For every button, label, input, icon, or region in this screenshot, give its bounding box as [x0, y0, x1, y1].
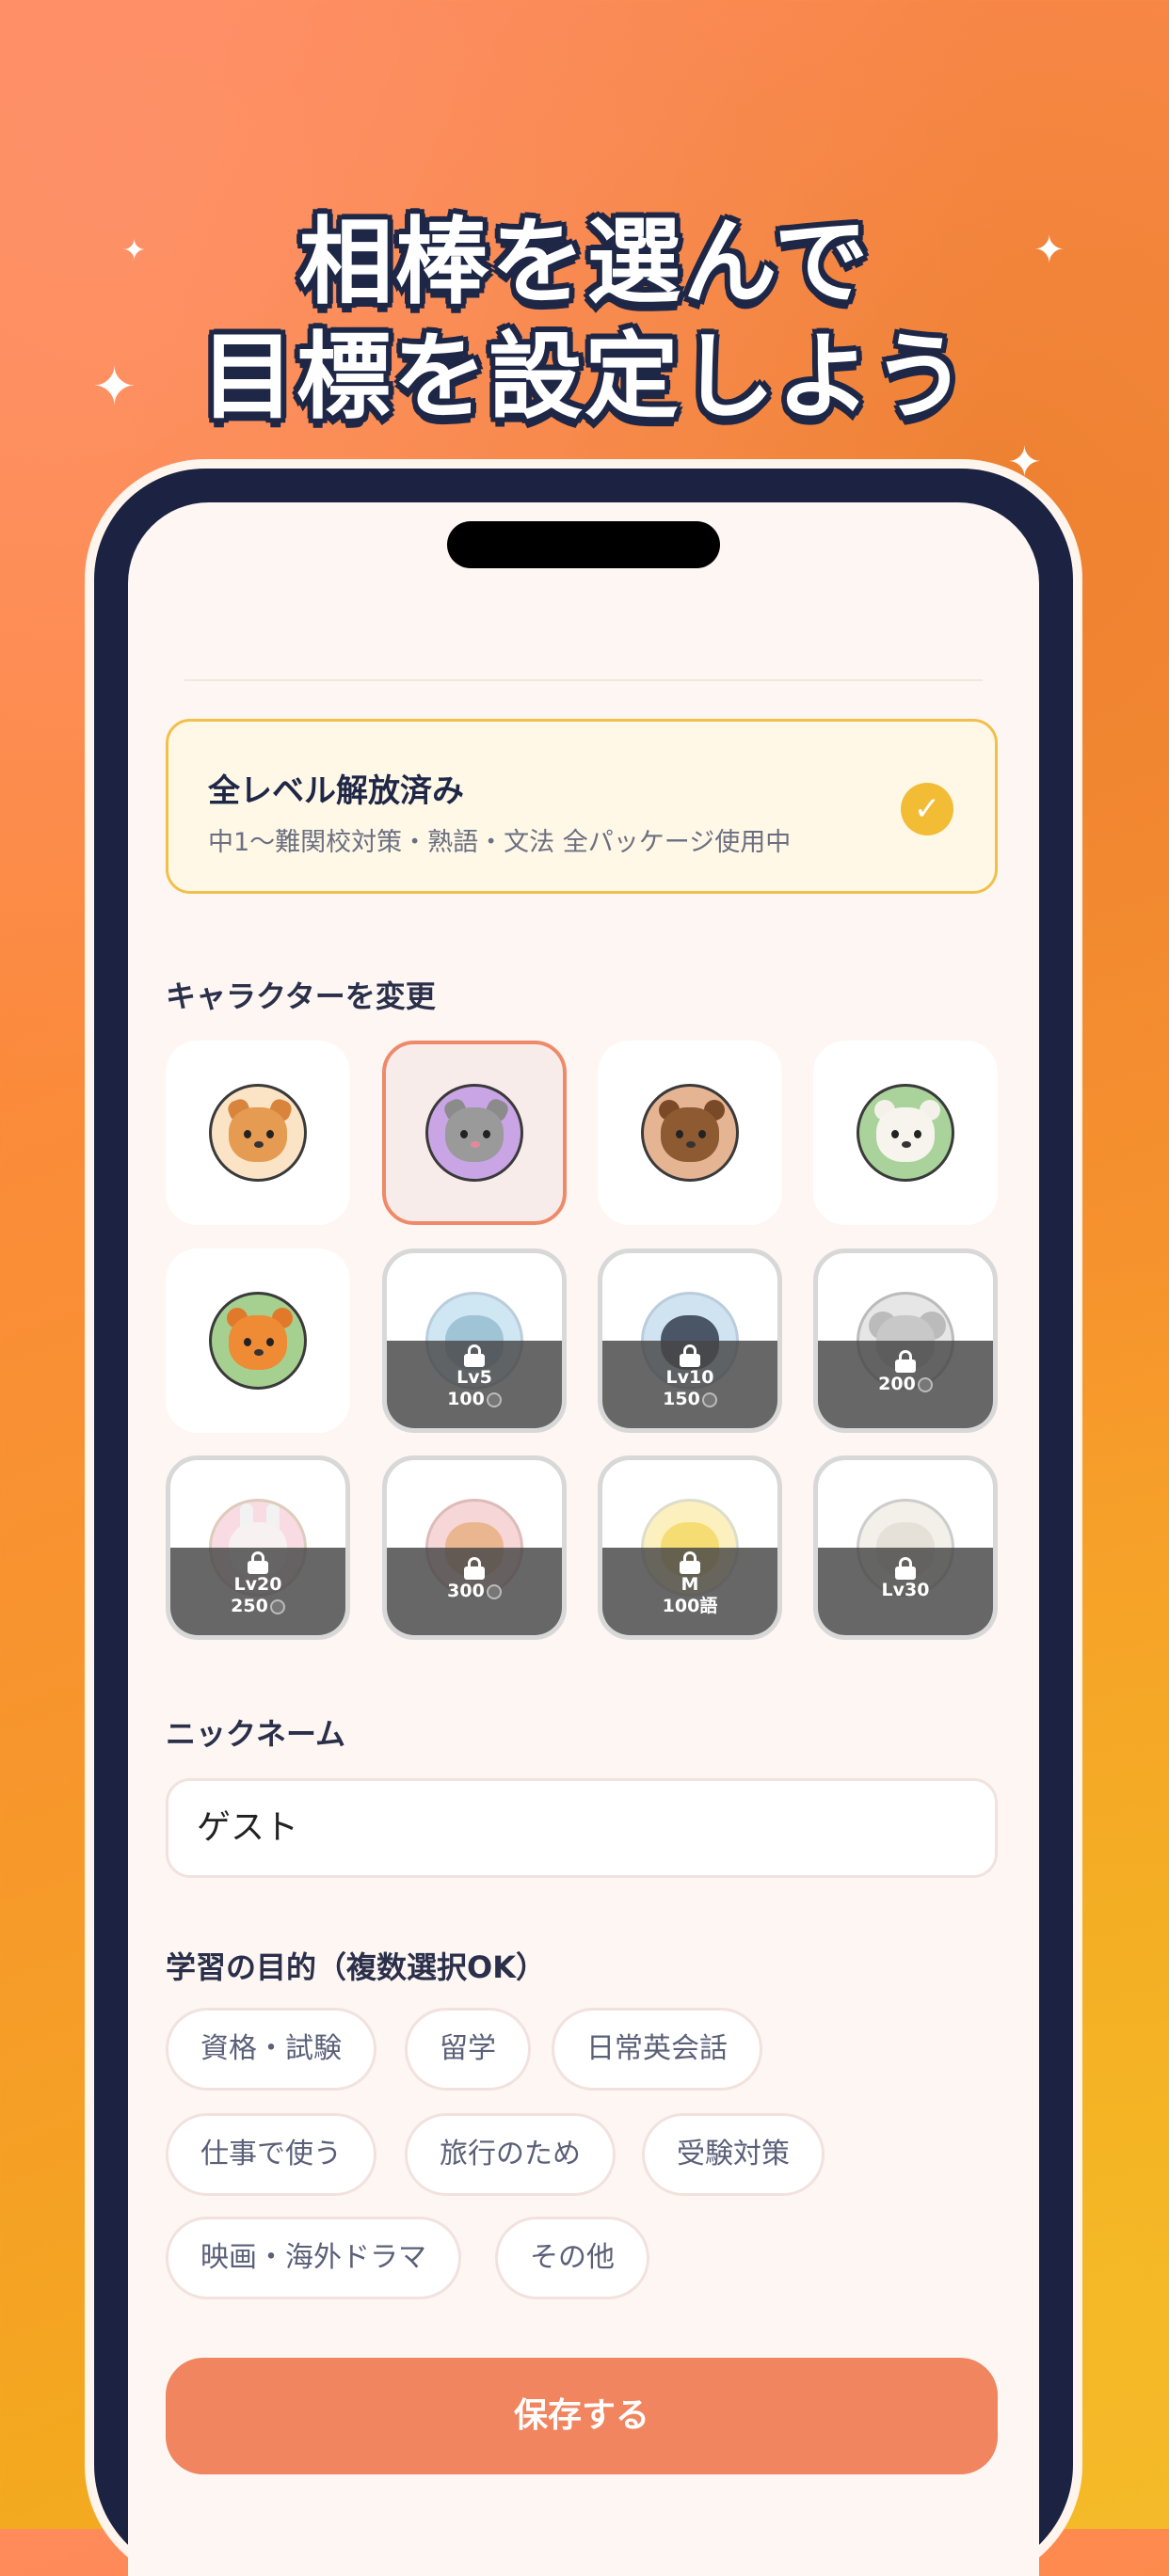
unlock-cost: 100語 — [662, 1596, 718, 1616]
headline-line-1: 相棒を選んで — [298, 207, 871, 317]
lock-icon — [248, 1551, 268, 1574]
unlock-level: Lv10 — [665, 1367, 714, 1388]
character-sheep-locked[interactable]: Lv30 — [813, 1455, 998, 1640]
coin-icon — [269, 1599, 285, 1614]
divider — [184, 679, 983, 681]
lock-overlay: Lv30 — [818, 1548, 993, 1635]
character-bear[interactable] — [598, 1041, 782, 1225]
save-button[interactable]: 保存する — [166, 2358, 998, 2474]
dynamic-island — [447, 521, 720, 568]
lock-overlay: 300 — [387, 1548, 562, 1635]
character-tiger[interactable] — [166, 1248, 350, 1433]
goal-chip-other[interactable]: その他 — [495, 2217, 649, 2299]
unlock-status-card: 全レベル解放済み 中1〜難関校対策・熟語・文法 全パッケージ使用中 ✓ — [166, 719, 998, 894]
lock-icon — [464, 1557, 485, 1580]
tiger-avatar-icon — [209, 1292, 307, 1390]
goal-chip-travel[interactable]: 旅行のため — [405, 2113, 616, 2196]
character-section-label: キャラクターを変更 — [166, 978, 436, 1014]
goal-chip-exam[interactable]: 受験対策 — [642, 2113, 825, 2196]
phone-frame: 全レベル解放済み 中1〜難関校対策・熟語・文法 全パッケージ使用中 ✓ キャラク… — [94, 469, 1073, 2576]
lock-icon — [680, 1344, 700, 1367]
character-rabbit-locked[interactable]: Lv20 250 — [166, 1455, 350, 1640]
lock-icon — [895, 1557, 916, 1580]
lock-icon — [895, 1350, 916, 1373]
nickname-input[interactable]: ゲスト — [166, 1778, 998, 1878]
goal-section-label: 学習の目的（複数選択OK） — [166, 1949, 547, 1985]
character-polar-bear[interactable] — [813, 1041, 998, 1225]
coin-icon — [917, 1377, 933, 1392]
check-icon: ✓ — [901, 783, 953, 835]
unlock-cost: 100 — [387, 1388, 562, 1410]
lock-overlay: 200 — [818, 1341, 993, 1428]
character-hamster-locked[interactable]: 300 — [382, 1455, 567, 1640]
goal-chip-movies-drama[interactable]: 映画・海外ドラマ — [166, 2217, 461, 2299]
shiba-avatar-icon — [209, 1084, 307, 1182]
sparkle-icon: ✦ — [1007, 438, 1042, 486]
coin-icon — [486, 1584, 502, 1599]
headline-line-2: 目標を設定しよう — [200, 322, 969, 432]
lock-overlay: Lv10 150 — [602, 1341, 777, 1428]
unlock-cost: 150 — [602, 1388, 777, 1410]
coin-icon — [701, 1392, 717, 1407]
character-dolphin-locked[interactable]: Lv5 100 — [382, 1248, 567, 1433]
lock-overlay: Lv20 250 — [170, 1548, 345, 1635]
goal-chip-daily-conversation[interactable]: 日常英会話 — [552, 2008, 762, 2091]
unlock-title: 全レベル解放済み — [208, 772, 464, 810]
unlock-subtitle: 中1〜難関校対策・熟語・文法 全パッケージ使用中 — [208, 828, 792, 857]
coin-icon — [486, 1392, 502, 1407]
unlock-level: M — [681, 1574, 699, 1595]
unlock-level: Lv20 — [233, 1574, 282, 1595]
lock-overlay: M 100語 — [602, 1548, 777, 1635]
unlock-level: Lv5 — [456, 1367, 492, 1388]
bear-avatar-icon — [641, 1084, 739, 1182]
app-screen: 全レベル解放済み 中1〜難関校対策・熟語・文法 全パッケージ使用中 ✓ キャラク… — [128, 502, 1039, 2576]
unlock-cost: 300 — [387, 1580, 562, 1602]
polar-bear-avatar-icon — [857, 1084, 954, 1182]
goal-chip-study-abroad[interactable]: 留学 — [405, 2008, 531, 2091]
goal-chip-work[interactable]: 仕事で使う — [166, 2113, 376, 2196]
goal-chip-certification[interactable]: 資格・試験 — [166, 2008, 376, 2091]
character-shiba[interactable] — [166, 1041, 350, 1225]
unlock-cost: 200 — [818, 1373, 993, 1395]
character-penguin-locked[interactable]: Lv10 150 — [598, 1248, 782, 1433]
headline: 相棒を選んで 目標を設定しよう — [0, 205, 1169, 435]
character-chick-locked[interactable]: M 100語 — [598, 1455, 782, 1640]
character-cat[interactable] — [382, 1041, 567, 1225]
lock-icon — [680, 1551, 700, 1574]
unlock-cost: 250 — [170, 1595, 345, 1617]
unlock-level: Lv30 — [881, 1580, 930, 1600]
lock-overlay: Lv5 100 — [387, 1341, 562, 1428]
lock-icon — [464, 1344, 485, 1367]
character-koala-locked[interactable]: 200 — [813, 1248, 998, 1433]
nickname-label: ニックネーム — [166, 1716, 346, 1752]
cat-avatar-icon — [425, 1084, 523, 1182]
